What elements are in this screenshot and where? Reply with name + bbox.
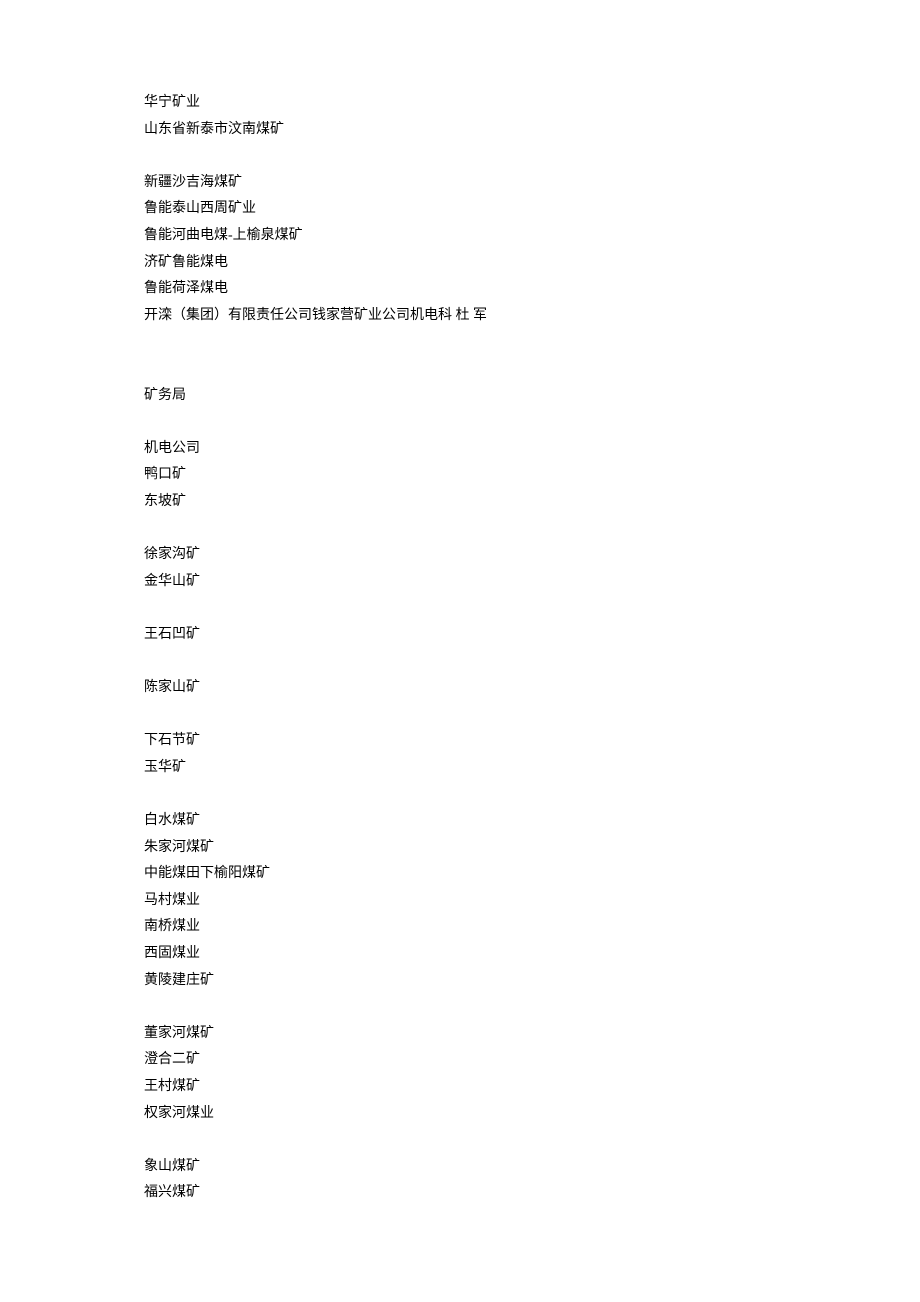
text-line: 新疆沙吉海煤矿 bbox=[144, 170, 920, 197]
text-line: 朱家河煤矿 bbox=[144, 835, 920, 862]
blank-line bbox=[144, 702, 920, 729]
text-line: 澄合二矿 bbox=[144, 1047, 920, 1074]
blank-line bbox=[144, 356, 920, 383]
blank-line bbox=[144, 1127, 920, 1154]
text-line: 济矿鲁能煤电 bbox=[144, 250, 920, 277]
text-line: 下石节矿 bbox=[144, 728, 920, 755]
blank-line bbox=[144, 595, 920, 622]
text-line: 王村煤矿 bbox=[144, 1074, 920, 1101]
text-line: 董家河煤矿 bbox=[144, 1021, 920, 1048]
text-line: 金华山矿 bbox=[144, 569, 920, 596]
blank-line bbox=[144, 143, 920, 170]
blank-line bbox=[144, 781, 920, 808]
text-line: 象山煤矿 bbox=[144, 1154, 920, 1181]
text-line: 华宁矿业 bbox=[144, 90, 920, 117]
text-line: 陈家山矿 bbox=[144, 675, 920, 702]
blank-line bbox=[144, 329, 920, 356]
text-line: 玉华矿 bbox=[144, 755, 920, 782]
blank-line bbox=[144, 409, 920, 436]
text-line: 徐家沟矿 bbox=[144, 542, 920, 569]
text-line: 鲁能河曲电煤-上榆泉煤矿 bbox=[144, 223, 920, 250]
text-line: 马村煤业 bbox=[144, 888, 920, 915]
text-line: 矿务局 bbox=[144, 383, 920, 410]
blank-line bbox=[144, 648, 920, 675]
document-page: 华宁矿业山东省新泰市汶南煤矿新疆沙吉海煤矿鲁能泰山西周矿业鲁能河曲电煤-上榆泉煤… bbox=[0, 0, 920, 1302]
blank-line bbox=[144, 994, 920, 1021]
text-line: 黄陵建庄矿 bbox=[144, 968, 920, 995]
text-line: 权家河煤业 bbox=[144, 1101, 920, 1128]
text-line: 山东省新泰市汶南煤矿 bbox=[144, 117, 920, 144]
text-line: 鲁能泰山西周矿业 bbox=[144, 196, 920, 223]
text-line: 王石凹矿 bbox=[144, 622, 920, 649]
text-line: 鸭口矿 bbox=[144, 462, 920, 489]
text-line: 东坡矿 bbox=[144, 489, 920, 516]
text-line: 西固煤业 bbox=[144, 941, 920, 968]
text-line: 机电公司 bbox=[144, 436, 920, 463]
text-line: 白水煤矿 bbox=[144, 808, 920, 835]
blank-line bbox=[144, 516, 920, 543]
text-line: 南桥煤业 bbox=[144, 914, 920, 941]
text-line: 福兴煤矿 bbox=[144, 1180, 920, 1207]
text-line: 开滦（集团）有限责任公司钱家营矿业公司机电科 杜 军 bbox=[144, 303, 920, 330]
text-line: 中能煤田下榆阳煤矿 bbox=[144, 861, 920, 888]
text-line: 鲁能荷泽煤电 bbox=[144, 276, 920, 303]
